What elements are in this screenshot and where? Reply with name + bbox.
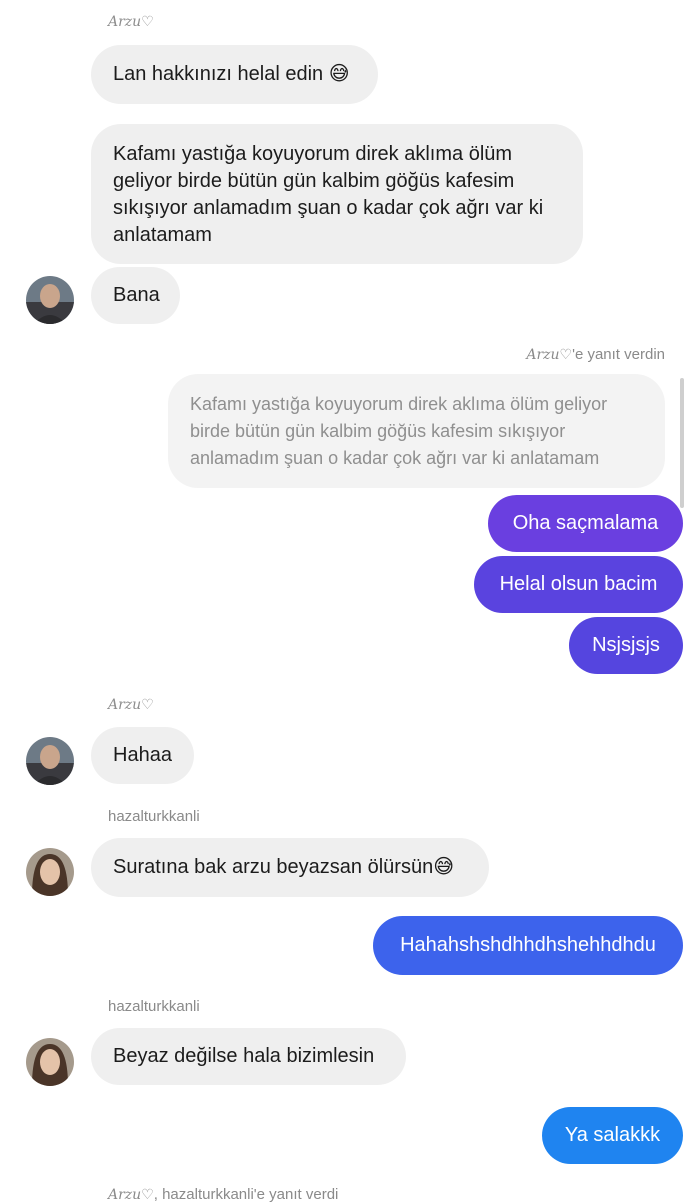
avatar[interactable] bbox=[26, 737, 74, 785]
message-bubble-incoming[interactable]: Kafamı yastığa koyuyorum direk aklıma öl… bbox=[91, 124, 583, 264]
avatar[interactable] bbox=[26, 848, 74, 896]
message-bubble-incoming[interactable]: Beyaz değilse hala bizimlesin bbox=[91, 1028, 406, 1085]
reply-suffix: , hazalturkkanli'e yanıt verdi bbox=[153, 1186, 339, 1203]
reply-target-name: Arzu♡ bbox=[108, 1187, 154, 1203]
sender-name: Arzu♡ bbox=[108, 14, 154, 30]
reply-context-label: Arzu♡'e yanıt verdin bbox=[526, 346, 665, 363]
profile-photo-icon bbox=[26, 1038, 74, 1086]
scrollbar[interactable] bbox=[680, 378, 684, 508]
sender-name: hazalturkkanli bbox=[108, 808, 200, 825]
message-bubble-outgoing[interactable]: Oha saçmalama bbox=[488, 495, 683, 552]
profile-photo-icon bbox=[26, 848, 74, 896]
reply-context-label: Arzu♡, hazalturkkanli'e yanıt verdi bbox=[108, 1186, 338, 1203]
sender-name: hazalturkkanli bbox=[108, 998, 200, 1015]
message-bubble-outgoing[interactable]: Hahahshshdhhdhshehhdhdu bbox=[373, 916, 683, 975]
profile-photo-icon bbox=[26, 276, 74, 324]
quoted-message[interactable]: Kafamı yastığa koyuyorum direk aklıma öl… bbox=[168, 374, 665, 488]
avatar[interactable] bbox=[26, 1038, 74, 1086]
message-bubble-incoming[interactable]: Suratına bak arzu beyazsan ölürsün😅 bbox=[91, 838, 489, 897]
reply-target-name: Arzu♡ bbox=[526, 347, 573, 363]
message-bubble-incoming[interactable]: Bana bbox=[91, 267, 180, 324]
message-bubble-incoming[interactable]: Hahaa bbox=[91, 727, 194, 784]
sender-name: Arzu♡ bbox=[108, 697, 154, 713]
avatar[interactable] bbox=[26, 276, 74, 324]
reply-suffix: 'e yanıt verdin bbox=[572, 346, 665, 363]
message-bubble-incoming[interactable]: Lan hakkınızı helal edin 😅 bbox=[91, 45, 378, 104]
message-bubble-outgoing[interactable]: Nsjsjsjs bbox=[569, 617, 683, 674]
message-bubble-outgoing[interactable]: Helal olsun bacim bbox=[474, 556, 683, 613]
message-bubble-outgoing[interactable]: Ya salakkk bbox=[542, 1107, 683, 1164]
profile-photo-icon bbox=[26, 737, 74, 785]
